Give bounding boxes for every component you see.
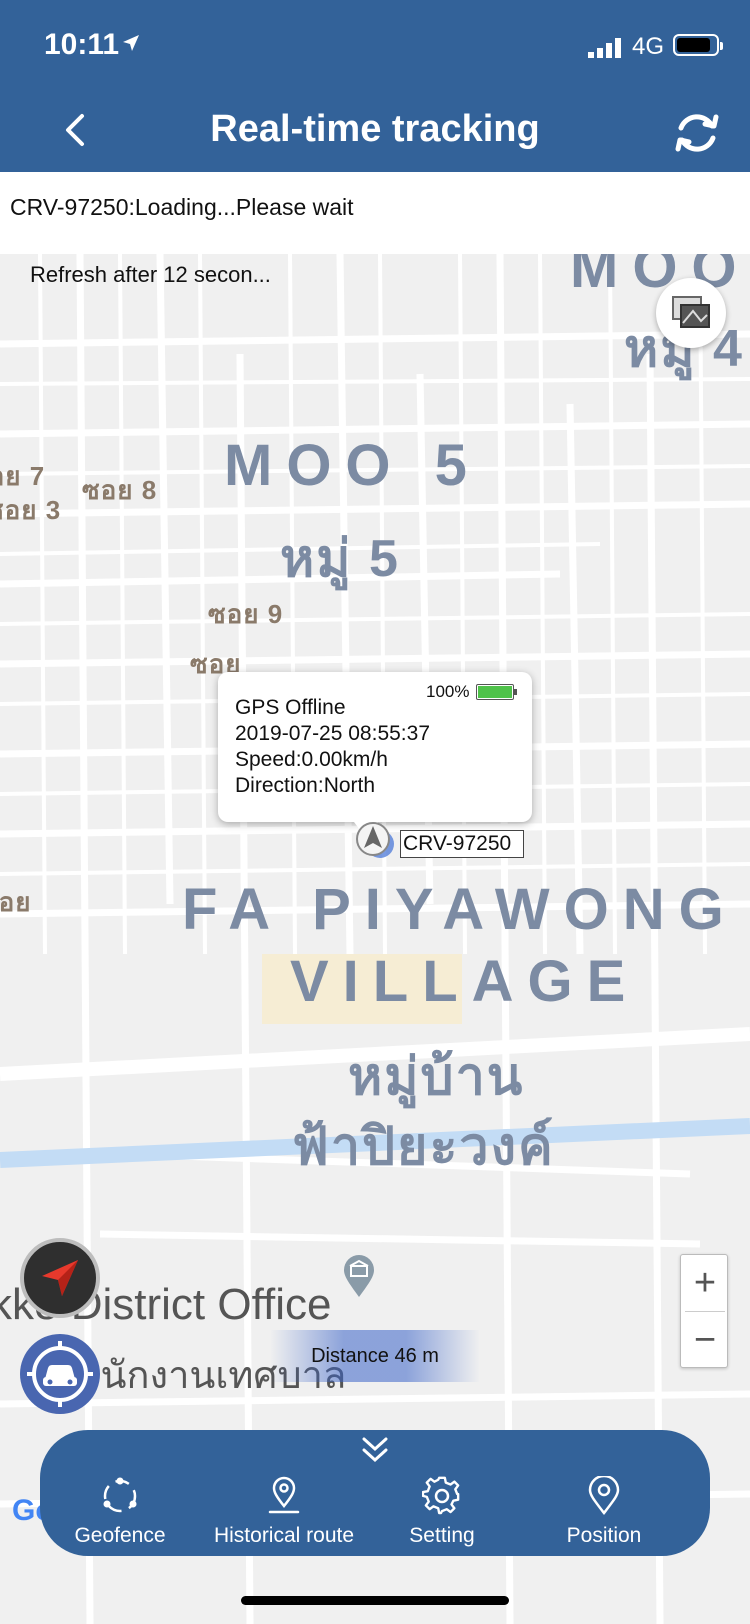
route-pin-icon [268, 1476, 300, 1514]
locate-vehicle-button[interactable] [20, 1334, 100, 1414]
car-icon [27, 1341, 93, 1407]
map-label-soi-left: ซอย [0, 887, 32, 917]
refresh-icon [675, 114, 719, 152]
double-chevron-down-icon[interactable] [360, 1436, 390, 1464]
map-label-moo5: MOO 5 [224, 433, 481, 498]
page-title: Real-time tracking [210, 108, 540, 150]
location-pin-icon [588, 1476, 620, 1516]
home-indicator[interactable] [241, 1596, 509, 1605]
vehicle-direction: Direction:North [235, 774, 376, 797]
vehicle-info-popup: 100% GPS Offline 2019-07-25 08:55:37 Spe… [218, 672, 532, 838]
government-office-pin-icon[interactable] [342, 1254, 376, 1298]
gps-status: GPS Offline [235, 696, 346, 719]
distance-indicator: Distance 46 m [270, 1330, 480, 1382]
map-label-village-en-2: VILLAGE [290, 949, 640, 1014]
map-label-village-thai-2: ฟ้าปิยะวงค์ [292, 1118, 555, 1176]
gear-icon [422, 1476, 460, 1515]
setting-button[interactable]: Setting [392, 1476, 492, 1552]
map-label-moo-top: MOO [570, 254, 750, 300]
geofence-label: Geofence [74, 1524, 166, 1547]
refresh-countdown: Refresh after 12 secon... [30, 262, 271, 287]
geofence-icon [103, 1477, 137, 1513]
map-label-soi9: ซอย 9 [208, 599, 284, 629]
historical-route-button[interactable]: Historical route [200, 1476, 368, 1552]
location-arrow-icon [123, 35, 139, 51]
navigation-arrow-icon [42, 1260, 78, 1296]
status-time: 10:11 [44, 28, 120, 61]
network-type: 4G [632, 33, 665, 60]
device-loading-text: CRV-97250:Loading...Please wait [10, 194, 354, 220]
vehicle-marker-icon[interactable] [354, 820, 396, 862]
status-bar: 10:11 4G [0, 0, 750, 90]
vehicle-plate-label: CRV-97250 [400, 830, 525, 858]
historical-route-label: Historical route [213, 1524, 355, 1547]
map-label-soi3: ซอย 3 [0, 495, 62, 525]
vehicle-speed: Speed:0.00km/h [235, 748, 388, 771]
app-header: 10:11 4G Real-time tracking [0, 0, 750, 172]
zoom-out-button[interactable]: − [681, 1312, 729, 1368]
refresh-button[interactable] [672, 108, 722, 158]
layers-icon [672, 296, 710, 328]
battery-percent: 100% [426, 682, 470, 701]
navigate-button[interactable] [20, 1238, 100, 1318]
last-update-time: 2019-07-25 08:55:37 [235, 722, 430, 745]
geofence-button[interactable]: Geofence [70, 1476, 170, 1552]
battery-icon [673, 34, 723, 56]
battery-level-icon [476, 684, 517, 700]
device-info-bar: CRV-97250:Loading...Please wait [0, 172, 750, 254]
map-label-village-en-1: FA PIYAWONG [182, 877, 738, 942]
position-label: Position [566, 1524, 642, 1547]
bottom-action-bar: Geofence Historical route Setting Positi… [40, 1430, 710, 1556]
zoom-control: + − [680, 1254, 728, 1368]
map-view[interactable]: MOO หมู่ 4 MOO 5 หมู่ 5 ซอย 7 ซอย 3 ซอย … [0, 254, 750, 1624]
map-label-moo5-thai: หมู่ 5 [280, 530, 400, 588]
position-button[interactable]: Position [554, 1476, 654, 1552]
setting-label: Setting [409, 1524, 475, 1547]
map-layer-button[interactable] [656, 278, 726, 348]
zoom-in-button[interactable]: + [681, 1255, 729, 1311]
map-label-soi8: ซอย 8 [82, 475, 158, 505]
signal-icon [588, 38, 621, 58]
